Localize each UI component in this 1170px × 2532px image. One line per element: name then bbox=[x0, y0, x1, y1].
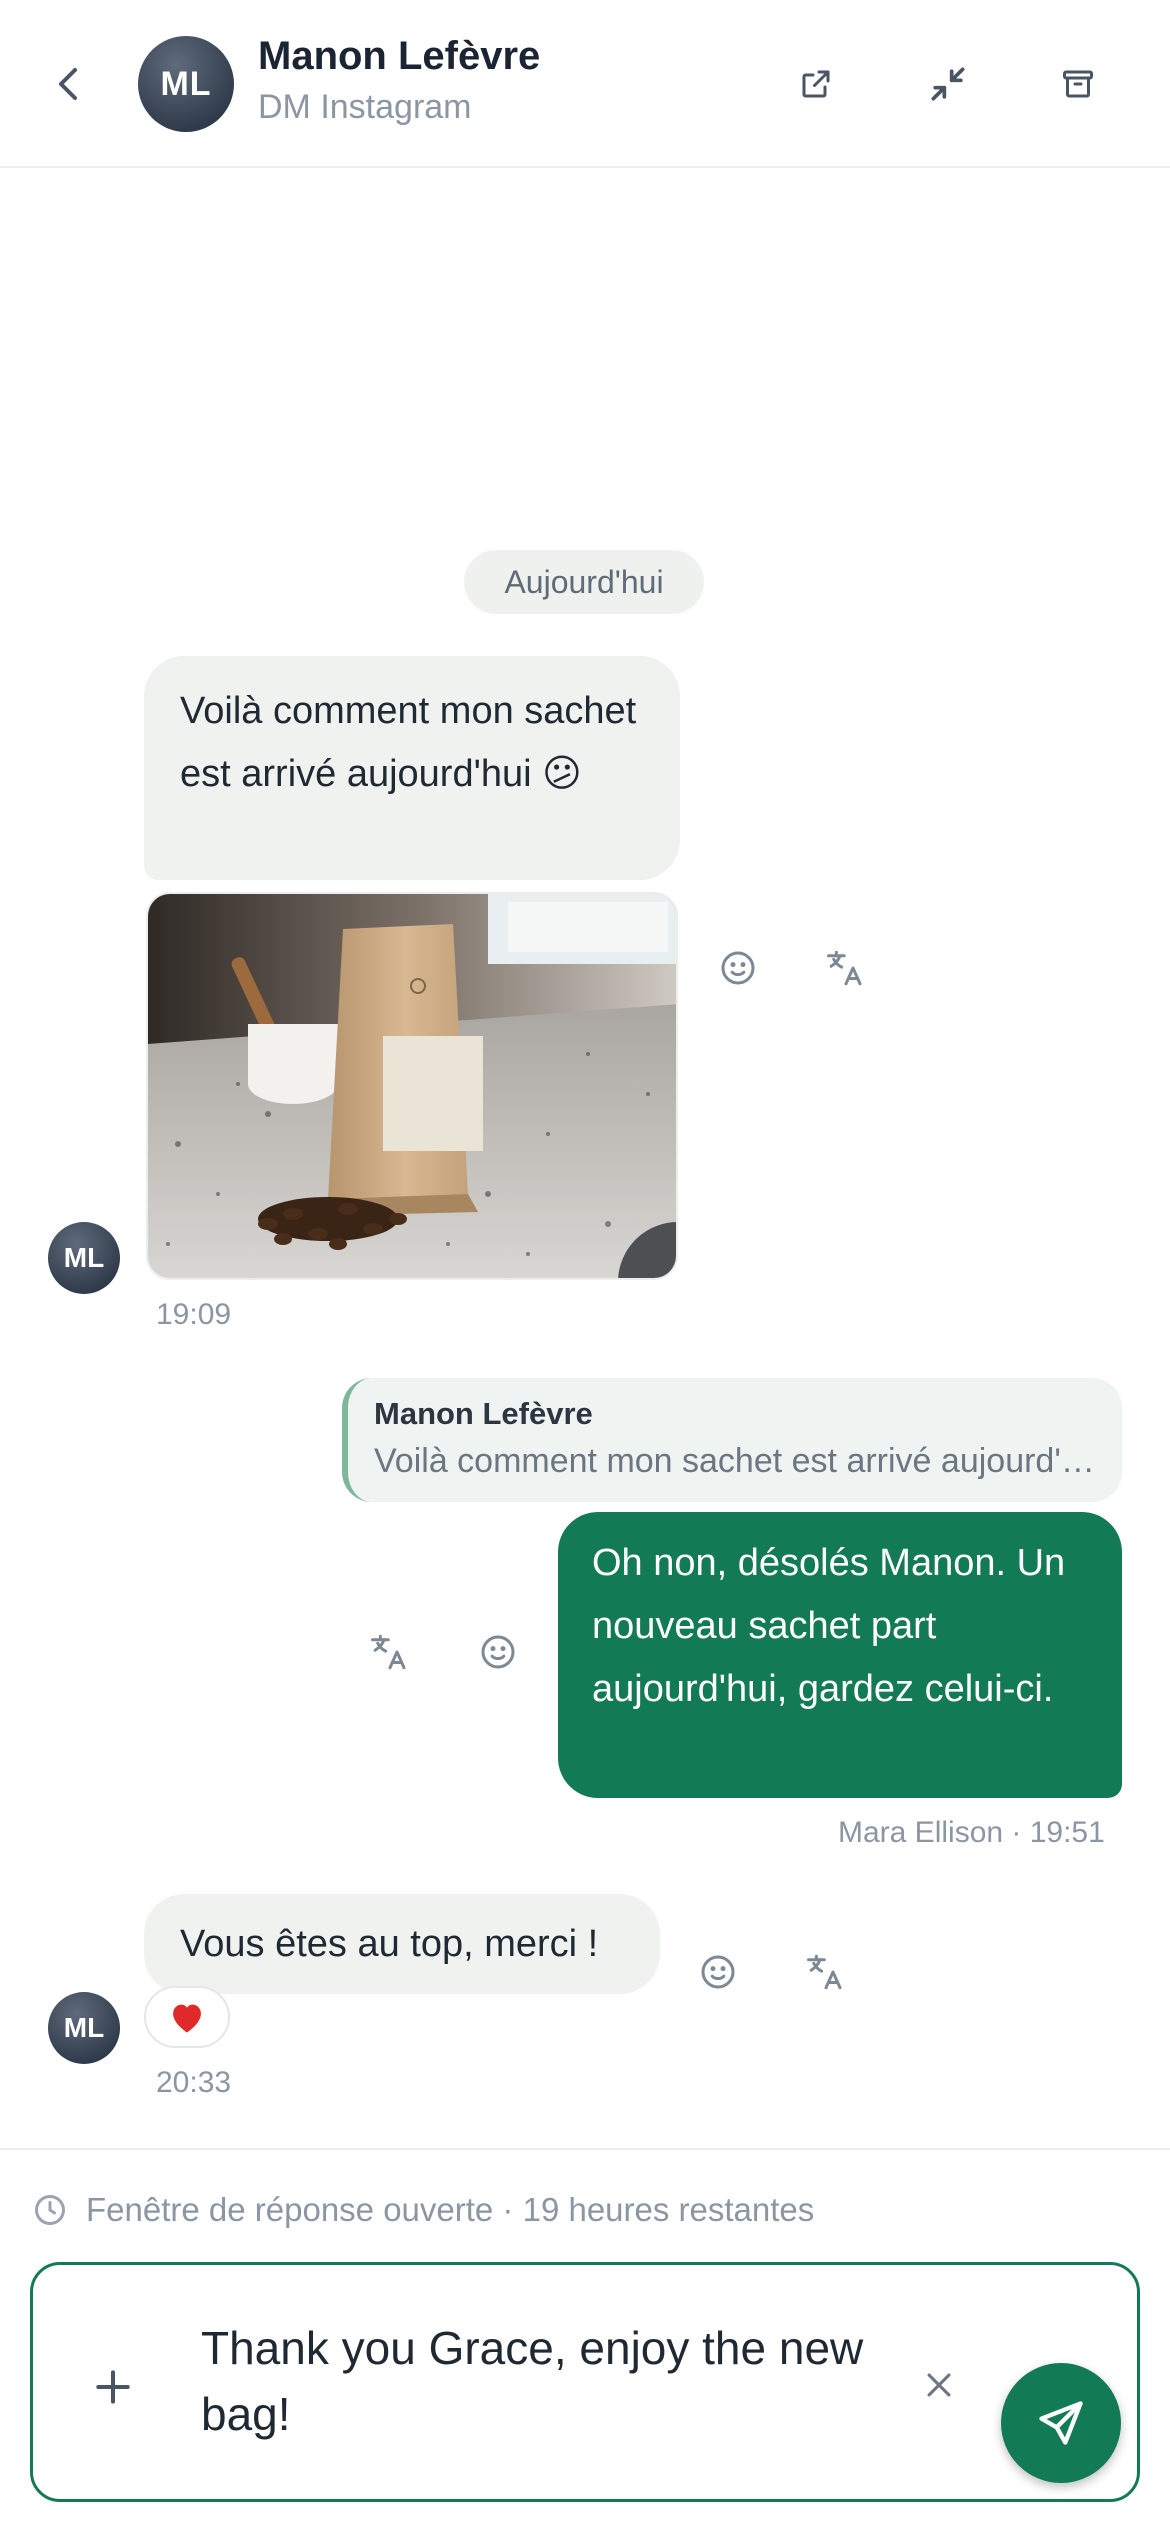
contact-name: Manon Lefèvre bbox=[258, 34, 541, 78]
message-composer[interactable]: Thank you Grace, enjoy the new bag! bbox=[30, 2262, 1140, 2502]
contact-avatar-small[interactable]: ML bbox=[48, 1992, 120, 2064]
heart-icon bbox=[173, 2004, 201, 2033]
channel-label: DM Instagram bbox=[258, 88, 472, 126]
message-photo[interactable] bbox=[146, 892, 678, 1280]
translate-button[interactable] bbox=[818, 940, 874, 996]
close-icon bbox=[927, 2373, 951, 2397]
quote-text: Voilà comment mon sachet est arrivé aujo… bbox=[374, 1442, 1096, 1480]
translate-icon bbox=[371, 1634, 406, 1670]
translate-icon bbox=[827, 950, 862, 986]
react-button[interactable] bbox=[710, 940, 766, 996]
date-separator: Aujourd'hui bbox=[464, 550, 704, 614]
minimize-icon bbox=[931, 67, 965, 101]
clear-input-button[interactable] bbox=[911, 2357, 967, 2413]
translate-button[interactable] bbox=[362, 1624, 418, 1680]
quote-author: Manon Lefèvre bbox=[374, 1396, 593, 1431]
translate-button[interactable] bbox=[798, 1944, 854, 2000]
message-timestamp: 20:33 bbox=[156, 2066, 232, 2099]
archive-button[interactable] bbox=[1046, 52, 1110, 116]
react-button[interactable] bbox=[690, 1944, 746, 2000]
send-button[interactable] bbox=[1001, 2363, 1121, 2483]
outgoing-message-bubble[interactable]: Oh non, désolés Manon. Un nouveau sachet… bbox=[558, 1512, 1122, 1798]
plus-icon bbox=[96, 2370, 130, 2404]
reply-window-status: Fenêtre de réponse ouverte · 19 heures r… bbox=[32, 2186, 814, 2234]
reply-window-text: Fenêtre de réponse ouverte · 19 heures r… bbox=[86, 2191, 815, 2228]
attach-button[interactable] bbox=[83, 2357, 143, 2417]
conversation-header: ML Manon Lefèvre DM Instagram bbox=[0, 0, 1170, 168]
contact-avatar-small[interactable]: ML bbox=[48, 1222, 120, 1294]
message-input[interactable]: Thank you Grace, enjoy the new bag! bbox=[201, 2315, 881, 2447]
reply-quote[interactable]: Manon Lefèvre Voilà comment mon sachet e… bbox=[342, 1378, 1122, 1502]
smiley-icon bbox=[701, 1955, 735, 1989]
heart-reaction[interactable] bbox=[144, 1986, 230, 2048]
react-button[interactable] bbox=[470, 1624, 526, 1680]
smiley-icon bbox=[481, 1635, 515, 1669]
message-meta: Mara Ellison · 19:51 bbox=[838, 1816, 1105, 1849]
smiley-icon bbox=[721, 951, 755, 985]
external-link-icon bbox=[802, 70, 830, 98]
minimize-button[interactable] bbox=[916, 52, 980, 116]
contact-avatar[interactable]: ML bbox=[138, 36, 234, 132]
send-icon bbox=[1039, 2401, 1083, 2445]
message-timestamp: 19:09 bbox=[156, 1298, 232, 1331]
incoming-message-bubble[interactable]: Vous êtes au top, merci ! bbox=[144, 1894, 660, 1994]
clock-icon bbox=[32, 2192, 68, 2228]
archive-icon bbox=[1063, 70, 1093, 98]
open-external-button[interactable] bbox=[784, 52, 848, 116]
composer-divider bbox=[0, 2148, 1170, 2150]
incoming-message-bubble[interactable]: Voilà comment mon sachet est arrivé aujo… bbox=[144, 656, 680, 880]
message-text: Vous êtes au top, merci ! bbox=[180, 1922, 599, 1965]
translate-icon bbox=[807, 1954, 842, 1990]
back-button[interactable] bbox=[40, 52, 96, 116]
chevron-left-icon bbox=[59, 68, 77, 100]
